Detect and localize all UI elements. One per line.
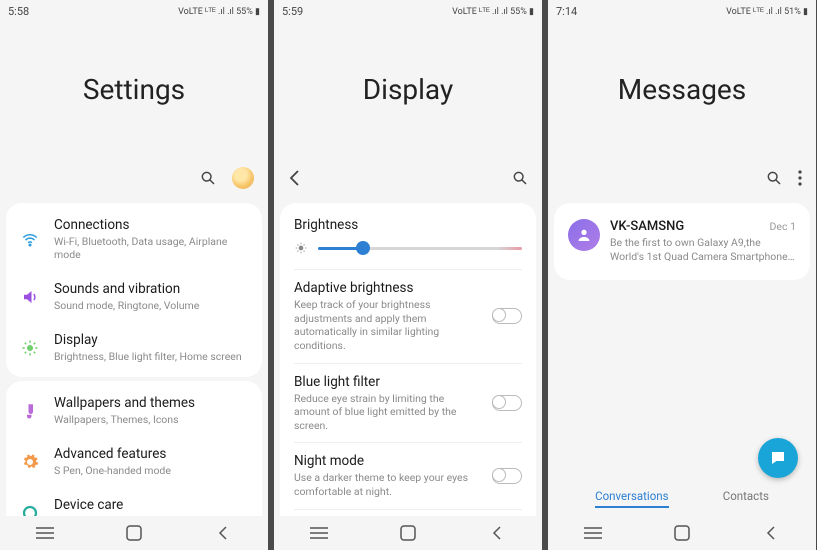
nav-recents[interactable] [20,516,70,550]
settings-item-label: Display [54,332,248,348]
screen-display: 5:59 VoLTE ᴸᵀᴱ .ıl .ıl 55% ▮ Display Bri… [274,0,542,550]
settings-item-label: Connections [54,217,248,233]
nav-bar [548,516,816,550]
row-sub: Use a darker theme to keep your eyes com… [294,471,482,498]
blue-light-toggle[interactable] [492,395,522,411]
nav-recents[interactable] [294,516,344,550]
status-indicators: VoLTE ᴸᵀᴱ .ıl .ıl 55% ▮ [178,6,260,17]
nav-bar [0,516,268,550]
settings-item-display[interactable]: Display Brightness, Blue light filter, H… [6,322,262,373]
settings-item-sub: Wallpapers, Themes, Icons [54,413,248,426]
brightness-label: Brightness [294,217,522,233]
settings-item-label: Wallpapers and themes [54,395,248,411]
page-title: Settings [0,22,268,157]
display-card: Brightness Adaptive brightness Keep trac… [280,203,536,550]
search-icon[interactable] [512,170,528,186]
settings-item-connections[interactable]: Connections Wi-Fi, Bluetooth, Data usage… [6,207,262,271]
settings-item-sub: Brightness, Blue light filter, Home scre… [54,350,248,363]
status-time: 5:59 [282,5,303,18]
tab-conversations[interactable]: Conversations [595,489,668,508]
thread-preview: Be the first to own Galaxy A9,the World'… [610,236,796,264]
adaptive-brightness-row[interactable]: Adaptive brightness Keep track of your b… [280,270,536,363]
action-row [0,157,268,199]
nav-home[interactable] [383,516,433,550]
messages-list: VK-SAMSNG Dec 1 Be the first to own Gala… [554,203,810,280]
tab-contacts[interactable]: Contacts [723,489,769,508]
action-row [548,157,816,199]
nav-back[interactable] [746,516,796,550]
settings-item-label: Sounds and vibration [54,281,248,297]
nav-recents[interactable] [568,516,618,550]
settings-item-sub: S Pen, One-handed mode [54,464,248,477]
nav-home[interactable] [657,516,707,550]
slider-thumb[interactable] [356,241,370,255]
thread-sender: VK-SAMSNG [610,219,684,234]
status-bar: 5:59 VoLTE ᴸᵀᴱ .ıl .ıl 55% ▮ [274,0,542,22]
page-title: Display [274,22,542,157]
page-title: Messages [548,22,816,157]
sun-icon [20,338,40,358]
status-indicators: VoLTE ᴸᵀᴱ .ıl .ıl 51% ▮ [726,6,808,17]
brush-icon [20,401,40,421]
row-title: Adaptive brightness [294,280,482,296]
blue-light-row[interactable]: Blue light filter Reduce eye strain by l… [280,364,536,443]
bottom-tabs: Conversations Contacts [548,481,816,516]
settings-item-label: Device care [54,497,248,513]
status-time: 5:58 [8,5,29,18]
wifi-icon [20,229,40,249]
adaptive-brightness-toggle[interactable] [492,308,522,324]
status-bar: 7:14 VoLTE ᴸᵀᴱ .ıl .ıl 51% ▮ [548,0,816,22]
avatar[interactable] [232,167,254,189]
more-icon[interactable] [798,170,802,186]
status-bar: 5:58 VoLTE ᴸᵀᴱ .ıl .ıl 55% ▮ [0,0,268,22]
settings-item-wallpapers[interactable]: Wallpapers and themes Wallpapers, Themes… [6,385,262,436]
night-mode-row[interactable]: Night mode Use a darker theme to keep yo… [280,443,536,508]
row-sub: Reduce eye strain by limiting the amount… [294,392,482,433]
brightness-slider[interactable] [318,247,522,250]
action-row [274,157,542,199]
night-mode-toggle[interactable] [492,468,522,484]
message-thread[interactable]: VK-SAMSNG Dec 1 Be the first to own Gala… [554,207,810,276]
row-title: Night mode [294,453,482,469]
row-sub: Keep track of your brightness adjustment… [294,298,482,353]
thread-avatar [568,219,600,251]
back-button[interactable] [288,169,302,187]
nav-back[interactable] [472,516,522,550]
gear-icon [20,452,40,472]
settings-item-label: Advanced features [54,446,248,462]
brightness-section: Brightness [280,207,536,269]
thread-date: Dec 1 [770,220,796,233]
search-icon[interactable] [200,170,216,186]
nav-bar [274,516,542,550]
settings-item-sounds[interactable]: Sounds and vibration Sound mode, Rington… [6,271,262,322]
row-title: Blue light filter [294,374,482,390]
settings-item-sub: Sound mode, Ringtone, Volume [54,299,248,312]
screen-messages: 7:14 VoLTE ᴸᵀᴱ .ıl .ıl 51% ▮ Messages VK… [548,0,816,550]
status-indicators: VoLTE ᴸᵀᴱ .ıl .ıl 55% ▮ [452,6,534,17]
settings-group-1: Connections Wi-Fi, Bluetooth, Data usage… [6,203,262,377]
search-icon[interactable] [766,170,782,186]
settings-item-advanced[interactable]: Advanced features S Pen, One-handed mode [6,436,262,487]
nav-back[interactable] [198,516,248,550]
brightness-low-icon [294,241,308,255]
compose-fab[interactable] [758,438,798,478]
screen-settings: 5:58 VoLTE ᴸᵀᴱ .ıl .ıl 55% ▮ Settings Co… [0,0,268,550]
settings-item-sub: Wi-Fi, Bluetooth, Data usage, Airplane m… [54,235,248,261]
sound-icon [20,287,40,307]
nav-home[interactable] [109,516,159,550]
status-time: 7:14 [556,5,577,18]
